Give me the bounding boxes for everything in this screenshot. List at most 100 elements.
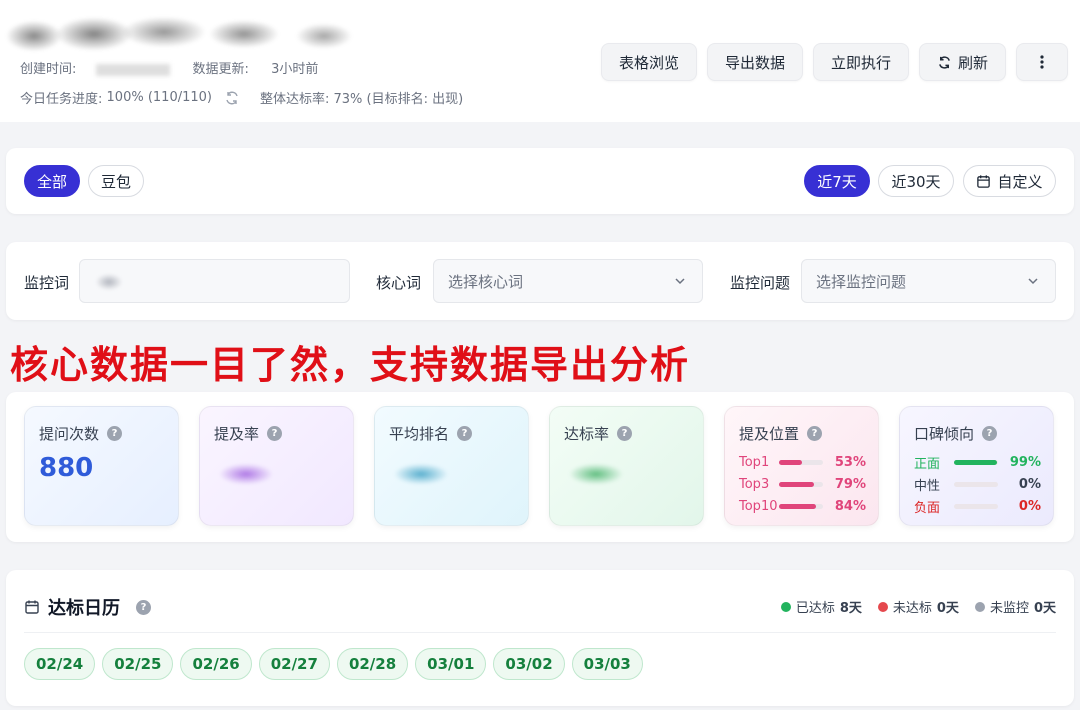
legend-label: 已达标: [795, 601, 835, 616]
progress-value: 100% (110/110): [106, 90, 212, 105]
run-now-button[interactable]: 立即执行: [812, 43, 909, 81]
meta-line-1: 创建时间: 数据更新: 3小时前: [20, 58, 354, 77]
position-value: 53%: [834, 454, 866, 470]
help-icon[interactable]: ?: [982, 426, 998, 441]
page-header: 创建时间: 数据更新: 3小时前 今日任务进度: 100% (110/110) …: [0, 0, 1080, 122]
stat-title: 达标率: [564, 425, 610, 443]
position-row: Top3 79%: [739, 473, 866, 495]
position-row: Top1 53%: [739, 451, 866, 473]
calendar-day[interactable]: 03/01: [415, 648, 487, 680]
stat-avg-rank: 平均排名?: [374, 406, 529, 526]
legend-count: 0天: [936, 601, 959, 616]
sentiment-value: 0%: [1018, 476, 1041, 492]
search-bar: 监控词 核心词 选择核心词 监控问题 选择监控问题: [6, 242, 1074, 320]
legend-label: 未监控: [989, 601, 1029, 616]
position-label: Top10: [739, 498, 778, 514]
table-view-button[interactable]: 表格浏览: [600, 43, 697, 81]
help-icon[interactable]: ?: [267, 426, 283, 441]
custom-label: 自定义: [997, 172, 1043, 191]
keyword-input[interactable]: [79, 259, 350, 303]
legend-label: 未达标: [892, 601, 932, 616]
rate-value: 73% (目标排名: 出现): [333, 92, 464, 107]
sentiment-row: 正面 99%: [914, 451, 1041, 473]
stats-panel: 提问次数? 880 提及率? 平均排名? 达标率? 提及位置? Top1 53% T…: [6, 392, 1074, 542]
redacted-value: [560, 451, 640, 493]
position-value: 79%: [834, 476, 866, 492]
sentiment-row: 负面 0%: [914, 495, 1041, 517]
help-icon[interactable]: ?: [457, 426, 473, 441]
stat-title: 提及位置: [739, 425, 800, 443]
calendar-icon: [977, 174, 991, 188]
position-label: Top3: [739, 476, 770, 492]
stat-hit-rate: 达标率?: [549, 406, 704, 526]
sentiment-bar-track: [954, 481, 998, 487]
updated-time: 数据更新: 3小时前: [192, 62, 319, 77]
sentiment-rows: 正面 99% 中性 0% 负面 0%: [914, 451, 1041, 517]
position-bar-fill: [778, 459, 803, 465]
more-menu-button[interactable]: [1016, 43, 1068, 81]
stat-value: 880: [39, 453, 94, 483]
question-placeholder: 选择监控问题: [816, 272, 907, 291]
legend-dot: [780, 601, 791, 612]
sentiment-label: 中性: [914, 478, 941, 494]
promo-banner: 核心数据一目了然，支持数据导出分析: [10, 343, 691, 387]
chevron-down-icon: [1028, 278, 1038, 285]
stat-mention-rate: 提及率?: [199, 406, 354, 526]
header-actions: 表格浏览 导出数据 立即执行 刷新: [600, 43, 1068, 81]
position-bar-track: [778, 459, 823, 465]
question-select[interactable]: 选择监控问题: [801, 259, 1056, 303]
refresh-button[interactable]: 刷新: [918, 43, 1006, 81]
stat-title: 口碑倾向: [914, 425, 975, 443]
position-bar-track: [778, 481, 823, 487]
position-value: 84%: [834, 498, 866, 514]
redacted-value: [385, 451, 465, 493]
more-vertical-icon: [1040, 55, 1044, 69]
group-doubao-tab[interactable]: 豆包: [88, 165, 144, 197]
sync-icon[interactable]: [224, 90, 240, 106]
sentiment-bar-track: [953, 459, 998, 465]
question-label: 监控问题: [730, 274, 791, 292]
help-icon[interactable]: ?: [136, 599, 151, 615]
calendar-day[interactable]: 03/03: [571, 648, 643, 680]
legend-count: 8天: [839, 601, 862, 616]
position-bar-fill: [778, 481, 814, 487]
stat-position: 提及位置? Top1 53% Top3 79% Top10 84%: [724, 406, 879, 526]
legend-dot: [974, 601, 985, 612]
range-30d-tab[interactable]: 近30天: [878, 165, 954, 197]
calendar-days: 02/24 02/25 02/26 02/27 02/28 03/01 03/02 03/03: [24, 648, 643, 680]
position-label: Top1: [739, 454, 770, 470]
calendar-day[interactable]: 02/27: [258, 648, 330, 680]
calendar-legend: 已达标 8天 未达标 0天 未监控 0天: [780, 597, 1056, 616]
help-icon[interactable]: ?: [107, 426, 123, 441]
position-row: Top10 84%: [739, 495, 866, 517]
stat-title: 提及率: [214, 425, 260, 443]
redacted-title: [4, 8, 364, 60]
stat-title: 平均排名: [389, 425, 450, 443]
calendar-day[interactable]: 02/26: [180, 648, 252, 680]
sentiment-value: 0%: [1018, 498, 1041, 514]
help-icon[interactable]: ?: [617, 426, 633, 441]
calendar-day[interactable]: 02/28: [336, 648, 409, 680]
calendar-day[interactable]: 03/02: [493, 648, 565, 680]
group-all-tab[interactable]: 全部: [24, 165, 80, 197]
calendar-title-text: 达标日历: [48, 598, 120, 619]
created-time: 创建时间:: [20, 62, 171, 77]
refresh-icon: [939, 55, 950, 69]
progress-label: 今日任务进度:: [20, 92, 103, 107]
help-icon[interactable]: ?: [807, 426, 823, 441]
refresh-label: 刷新: [957, 53, 988, 72]
core-word-select[interactable]: 选择核心词: [433, 259, 703, 303]
redacted-value: [210, 451, 290, 493]
range-custom-button[interactable]: 自定义: [963, 165, 1056, 197]
rate-label: 整体达标率:: [259, 92, 330, 107]
stat-title: 提问次数: [39, 425, 100, 443]
calendar-day[interactable]: 02/25: [102, 648, 174, 680]
calendar-day[interactable]: 02/24: [24, 648, 96, 680]
chevron-down-icon: [675, 278, 685, 285]
legend-dot: [877, 601, 888, 612]
position-rows: Top1 53% Top3 79% Top10 84%: [739, 451, 866, 517]
export-data-button[interactable]: 导出数据: [706, 43, 803, 81]
range-7d-tab[interactable]: 近7天: [804, 165, 870, 197]
redacted-date: [96, 63, 171, 76]
calendar-title: 达标日历 ?: [24, 594, 151, 620]
